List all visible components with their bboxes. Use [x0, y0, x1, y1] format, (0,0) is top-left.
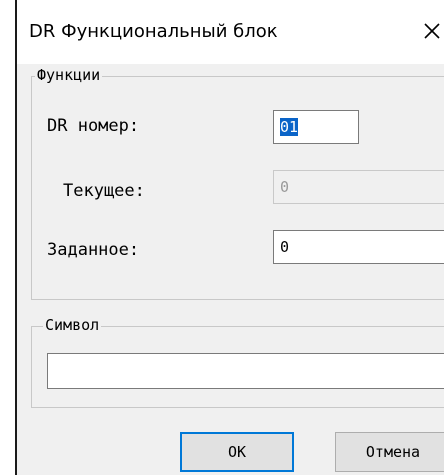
current-value: 0: [280, 178, 290, 196]
close-icon[interactable]: [423, 22, 441, 40]
cancel-button[interactable]: Отмена: [335, 432, 444, 472]
symbol-group-legend: Символ: [43, 316, 102, 334]
setpoint-value: 0: [280, 238, 290, 256]
title-bar[interactable]: DR Функциональный блок: [17, 0, 444, 64]
functions-group-legend: Функции: [35, 66, 103, 84]
dr-number-label: DR номер:: [47, 116, 140, 136]
dr-number-value: 01: [280, 118, 299, 136]
setpoint-input[interactable]: 0: [273, 230, 444, 264]
window-title: DR Функциональный блок: [29, 21, 278, 42]
setpoint-label: Заданное:: [47, 240, 140, 260]
current-input: 0: [273, 170, 444, 204]
current-label: Текущее:: [63, 181, 145, 201]
dialog-window: DR Функциональный блок Функции DR номер:…: [15, 0, 444, 475]
symbol-input[interactable]: [47, 353, 444, 389]
dr-number-input[interactable]: 01: [273, 110, 359, 144]
ok-button[interactable]: OK: [180, 432, 294, 472]
